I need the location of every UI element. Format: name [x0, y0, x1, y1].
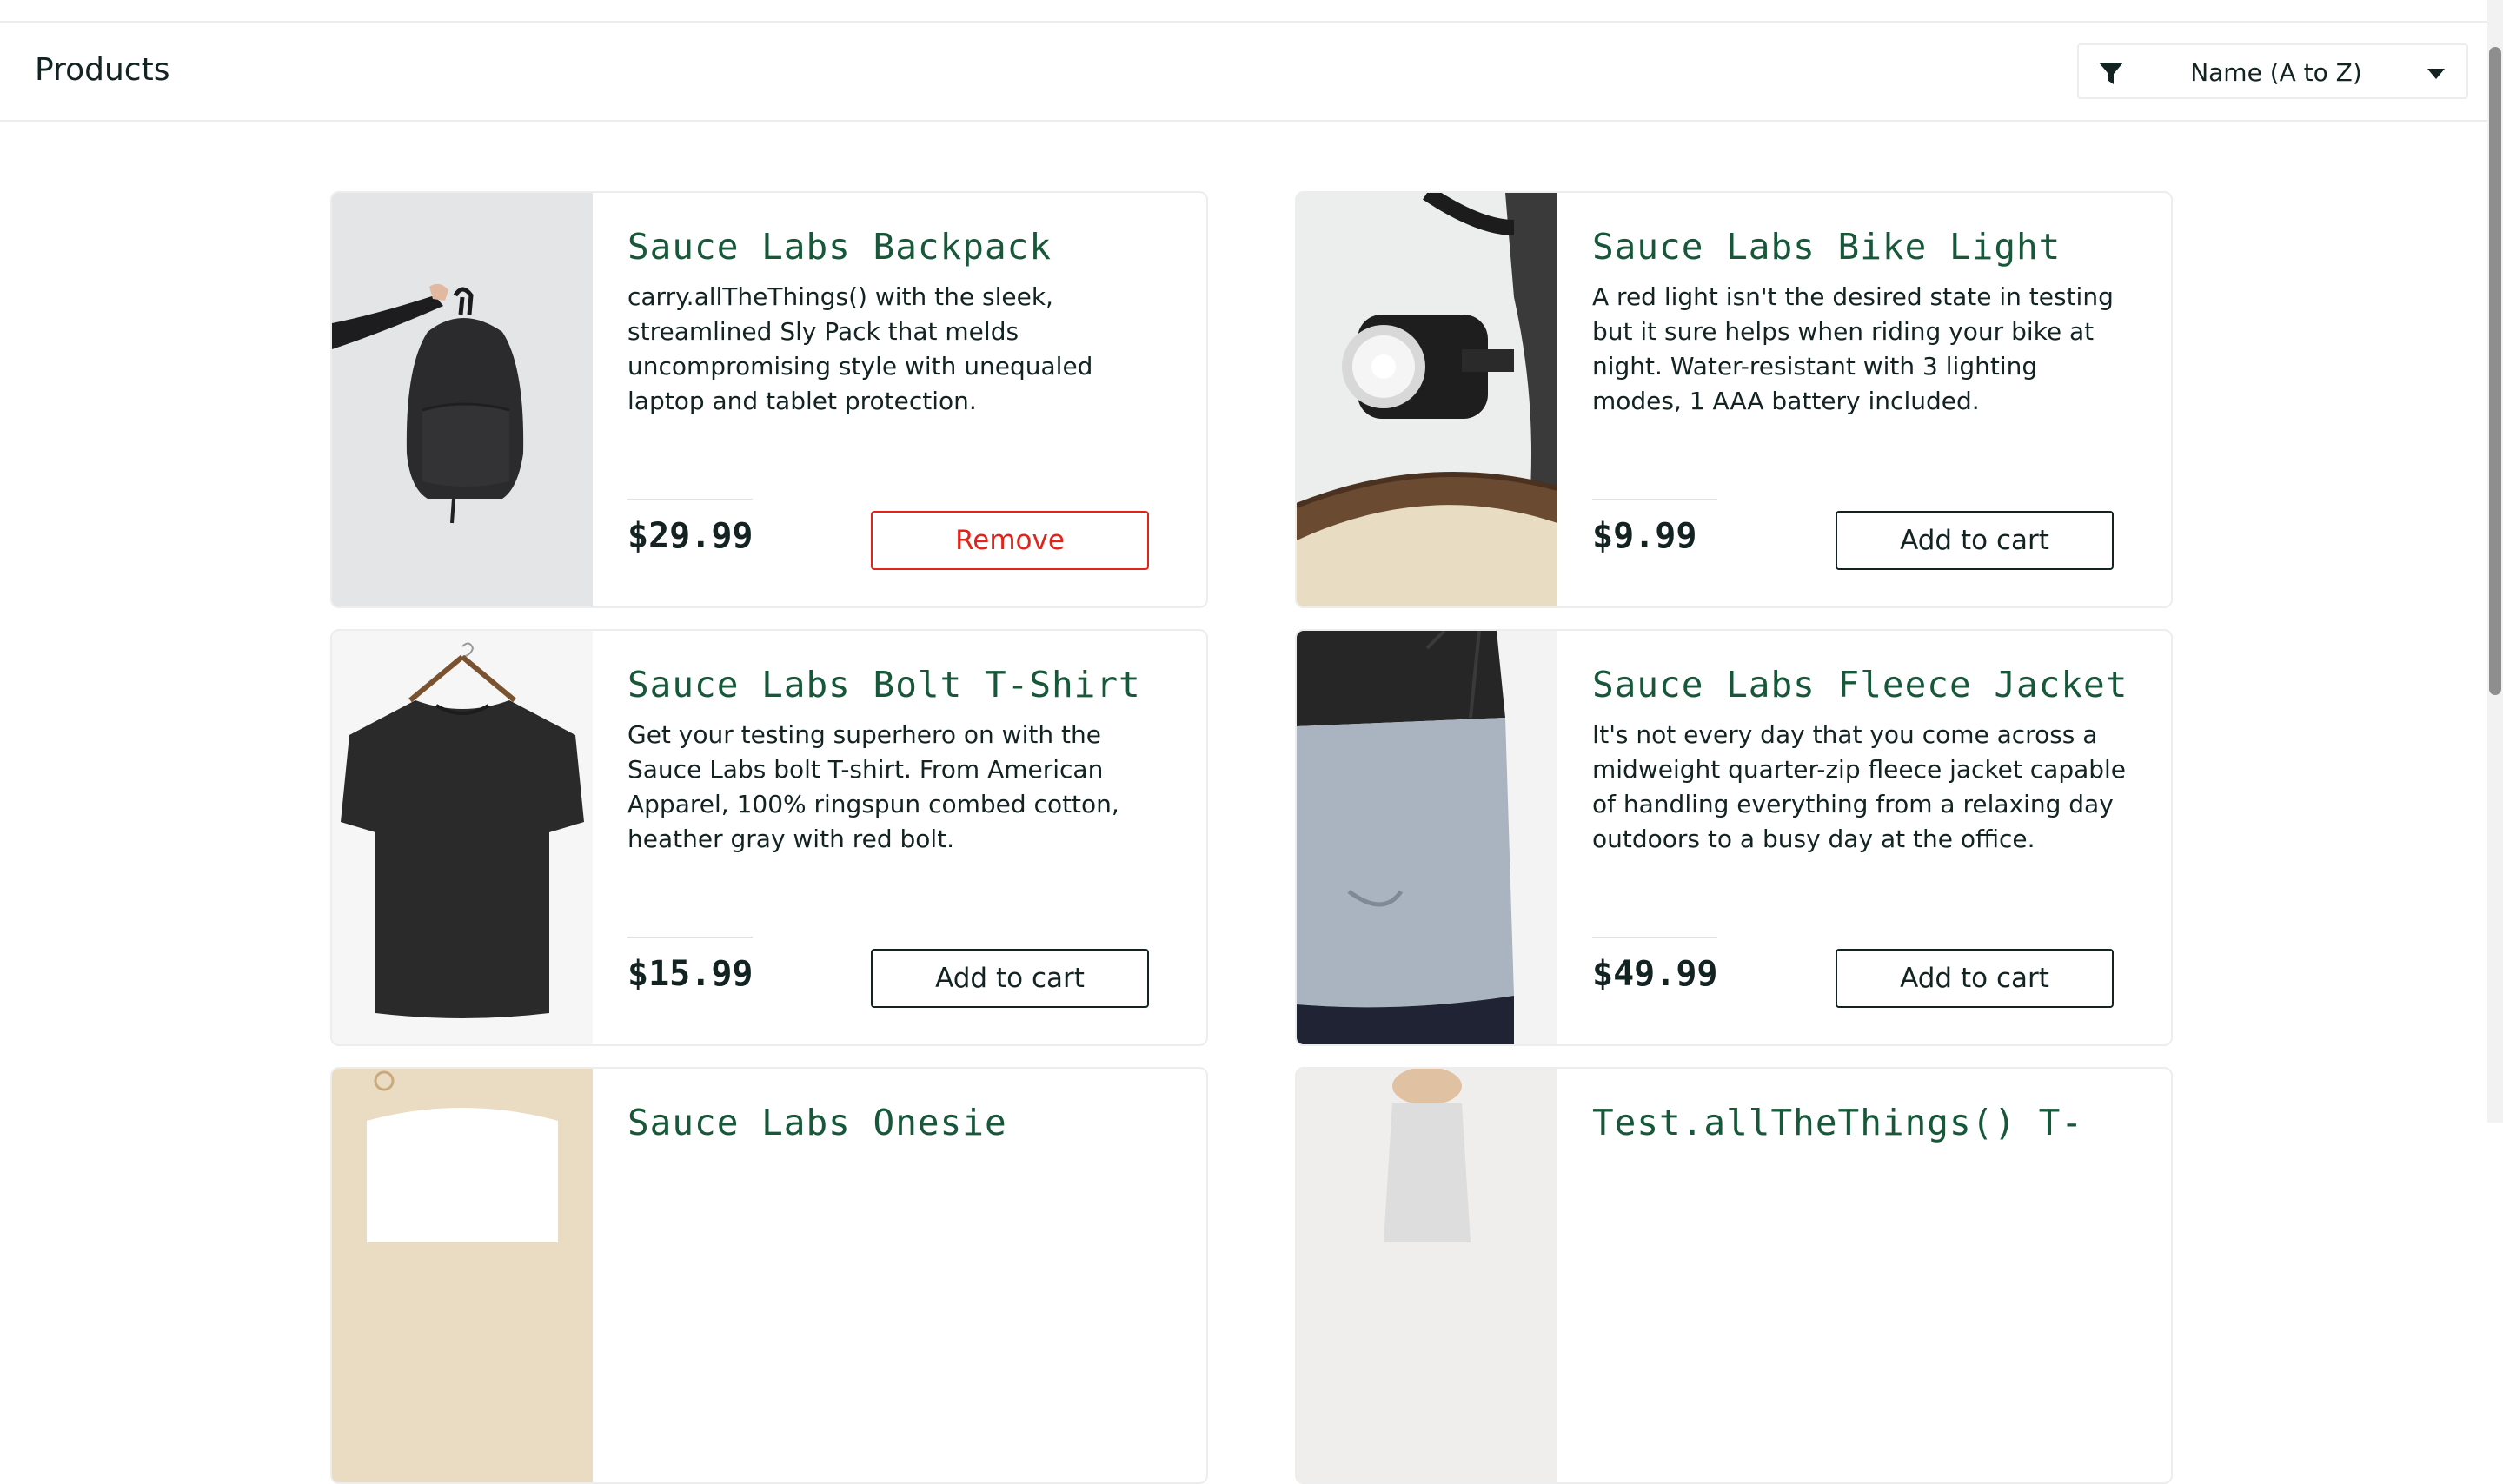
item-name-link[interactable]: Sauce Labs Fleece Jacket — [1592, 664, 2128, 706]
backpack-illustration — [332, 193, 593, 606]
page-title: Products — [35, 52, 170, 88]
add-to-cart-button[interactable]: Add to cart — [1836, 949, 2114, 1008]
sort-dropdown[interactable]: Name (A to Z) — [2077, 43, 2468, 99]
onesie-image[interactable] — [332, 1069, 593, 1482]
item-body: Test.allTheThings() T- — [1592, 1069, 2148, 1482]
inventory-item: Sauce Labs Bike Light A red light isn't … — [1295, 191, 2173, 608]
fleece-jacket-illustration — [1297, 631, 1557, 1044]
backpack-image[interactable] — [332, 193, 593, 606]
sort-selected-label: Name (A to Z) — [2190, 58, 2362, 87]
price-divider — [1592, 937, 1717, 938]
inventory-item: Sauce Labs Bolt T-Shirt Get your testing… — [330, 629, 1208, 1046]
inventory-item: Sauce Labs Onesie — [330, 1067, 1208, 1484]
test-tshirt-illustration — [1297, 1069, 1557, 1482]
item-body: Sauce Labs Bike Light A red light isn't … — [1592, 193, 2148, 606]
item-description: carry.allTheThings() with the sleek, str… — [627, 282, 1093, 415]
onesie-illustration — [332, 1069, 593, 1482]
price-divider — [627, 499, 753, 500]
inventory-item: Sauce Labs Backpack carry.allTheThings()… — [330, 191, 1208, 608]
scrollbar-thumb[interactable] — [2489, 47, 2501, 695]
item-body: Sauce Labs Onesie — [627, 1069, 1184, 1482]
item-body: Sauce Labs Bolt T-Shirt Get your testing… — [627, 631, 1184, 1044]
item-name-link[interactable]: Sauce Labs Bike Light — [1592, 226, 2061, 268]
item-name-link[interactable]: Sauce Labs Bolt T-Shirt — [627, 664, 1141, 706]
item-description: It's not every day that you come across … — [1592, 720, 2127, 853]
top-bar — [0, 0, 2487, 23]
tshirt-image[interactable] — [332, 631, 593, 1044]
inventory-item: Test.allTheThings() T- — [1295, 1067, 2173, 1484]
add-to-cart-button[interactable]: Add to cart — [871, 949, 1149, 1008]
price-divider — [1592, 499, 1717, 500]
item-price: $49.99 — [1592, 954, 1718, 994]
item-description: Get your testing superhero on with the S… — [627, 720, 1119, 853]
test-tshirt-image[interactable] — [1297, 1069, 1557, 1482]
bike-light-illustration — [1297, 193, 1557, 606]
fleece-jacket-image[interactable] — [1297, 631, 1557, 1044]
item-price: $29.99 — [627, 516, 754, 556]
item-description: A red light isn't the desired state in t… — [1592, 282, 2114, 415]
item-price: $9.99 — [1592, 516, 1697, 556]
remove-button[interactable]: Remove — [871, 511, 1149, 570]
item-name-link[interactable]: Sauce Labs Onesie — [627, 1102, 1007, 1143]
add-to-cart-button[interactable]: Add to cart — [1836, 511, 2114, 570]
item-name-link[interactable]: Sauce Labs Backpack — [627, 226, 1052, 268]
caret-down-icon — [2427, 69, 2445, 79]
price-divider — [627, 937, 753, 938]
page-header: Products Name (A to Z) — [0, 23, 2487, 122]
item-name-link[interactable]: Test.allTheThings() T- — [1592, 1102, 2083, 1143]
inventory-item: Sauce Labs Fleece Jacket It's not every … — [1295, 629, 2173, 1046]
inventory-list: Sauce Labs Backpack carry.allTheThings()… — [0, 123, 2487, 1484]
bike-light-image[interactable] — [1297, 193, 1557, 606]
item-price: $15.99 — [627, 954, 754, 994]
tshirt-illustration — [332, 631, 593, 1044]
item-body: Sauce Labs Backpack carry.allTheThings()… — [627, 193, 1184, 606]
item-body: Sauce Labs Fleece Jacket It's not every … — [1592, 631, 2148, 1044]
